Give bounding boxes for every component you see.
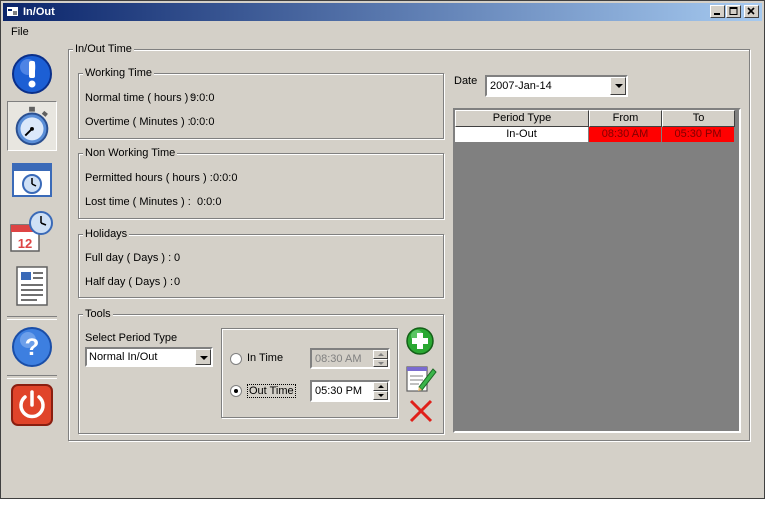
- app-window: In/Out File 12 ? In/Out Time Working Tim…: [0, 0, 765, 499]
- column-header-period-type[interactable]: Period Type: [455, 110, 589, 127]
- period-table[interactable]: Period Type From To In-Out 08:30 AM 05:3…: [453, 108, 741, 433]
- tools-title: Tools: [83, 308, 113, 320]
- power-icon: [11, 384, 53, 426]
- nav-alert-button[interactable]: [7, 49, 57, 99]
- calendar-12-icon: 12: [10, 211, 53, 252]
- menu-file[interactable]: File: [11, 26, 29, 38]
- title-bar[interactable]: In/Out: [3, 3, 762, 21]
- table-cell-from[interactable]: 08:30 AM: [589, 127, 662, 143]
- overtime-value: 0:0:0: [190, 116, 215, 128]
- svg-text:12: 12: [18, 236, 32, 251]
- add-icon[interactable]: [405, 326, 435, 356]
- close-button[interactable]: [744, 5, 759, 18]
- nav-separator: [7, 316, 57, 320]
- nav-stopwatch-button[interactable]: [7, 101, 57, 151]
- close-icon: [747, 7, 755, 15]
- nav-separator: [7, 375, 57, 379]
- select-period-type-label: Select Period Type: [85, 332, 178, 344]
- spin-up-icon[interactable]: [373, 382, 388, 391]
- lost-time-label: Lost time ( Minutes ) :: [85, 196, 191, 208]
- holidays-group: Holidays: [78, 228, 444, 298]
- non-working-time-group: Non Working Time: [78, 147, 444, 219]
- permitted-hours-value: 0:0:0: [213, 172, 238, 184]
- chevron-down-icon[interactable]: [610, 77, 626, 95]
- working-time-group: Working Time: [78, 67, 444, 139]
- maximize-button[interactable]: [726, 5, 741, 18]
- out-time-label: Out Time: [247, 384, 296, 398]
- holidays-title: Holidays: [83, 228, 130, 240]
- column-header-to[interactable]: To: [662, 110, 735, 127]
- period-type-select[interactable]: Normal In/Out: [85, 347, 213, 367]
- in-time-field[interactable]: 08:30 AM: [310, 348, 390, 369]
- spin-down-icon[interactable]: [373, 391, 388, 400]
- normal-time-value: 9:0:0: [190, 92, 215, 104]
- in-time-radio[interactable]: [230, 353, 242, 365]
- out-time-spinner[interactable]: [373, 382, 388, 400]
- in-time-label: In Time: [247, 352, 284, 364]
- in-time-spinner[interactable]: [373, 350, 388, 367]
- in-out-time-title: In/Out Time: [73, 43, 134, 55]
- out-time-radio[interactable]: [230, 385, 242, 397]
- edit-icon[interactable]: [405, 363, 437, 393]
- date-picker[interactable]: 2007-Jan-14: [485, 75, 628, 97]
- nav-window-clock-button[interactable]: [7, 154, 57, 204]
- half-day-value: 0: [174, 276, 181, 288]
- alert-icon: [12, 54, 52, 94]
- half-day-label: Half day ( Days ) :: [85, 276, 174, 288]
- nav-sidebar: 12 ?: [3, 41, 61, 496]
- working-time-title: Working Time: [83, 67, 155, 79]
- column-header-from[interactable]: From: [589, 110, 662, 127]
- svg-text:?: ?: [25, 334, 40, 361]
- permitted-hours-label: Permitted hours ( hours ) :: [85, 172, 213, 184]
- period-type-value: Normal In/Out: [89, 351, 158, 363]
- in-time-value: 08:30 AM: [315, 353, 362, 365]
- nav-exit-button[interactable]: [7, 380, 57, 430]
- help-icon: ?: [12, 327, 52, 367]
- full-day-value: 0: [174, 252, 181, 264]
- normal-time-label: Normal time ( hours ) :: [85, 92, 195, 104]
- out-time-value: 05:30 PM: [315, 385, 363, 397]
- app-icon: [7, 7, 18, 16]
- lost-time-value: 0:0:0: [197, 196, 222, 208]
- calendar-clock-icon: [12, 163, 52, 197]
- full-day-label: Full day ( Days ) :: [85, 252, 172, 264]
- nav-help-button[interactable]: ?: [7, 322, 57, 372]
- chevron-down-icon[interactable]: [195, 349, 211, 365]
- table-cell-to[interactable]: 05:30 PM: [662, 127, 735, 143]
- spin-up-icon[interactable]: [373, 350, 388, 359]
- out-time-field[interactable]: 05:30 PM: [310, 380, 390, 402]
- window-title: In/Out: [23, 6, 55, 18]
- delete-icon[interactable]: [407, 397, 435, 425]
- table-cell-period-type[interactable]: In-Out: [455, 127, 589, 143]
- stopwatch-icon: [15, 106, 49, 146]
- minimize-icon: [714, 13, 720, 15]
- spin-down-icon[interactable]: [373, 358, 388, 367]
- report-icon: [16, 266, 48, 306]
- date-label: Date: [454, 75, 478, 87]
- menu-bar: File: [3, 23, 762, 41]
- maximize-icon: [729, 7, 738, 15]
- minimize-button[interactable]: [710, 5, 725, 18]
- date-value: 2007-Jan-14: [490, 80, 552, 92]
- nav-calendar-button[interactable]: 12: [7, 207, 57, 257]
- overtime-label: Overtime ( Minutes ) :: [85, 116, 191, 128]
- time-frame: [221, 328, 398, 418]
- nav-report-button[interactable]: [7, 261, 57, 311]
- non-working-time-title: Non Working Time: [83, 147, 178, 159]
